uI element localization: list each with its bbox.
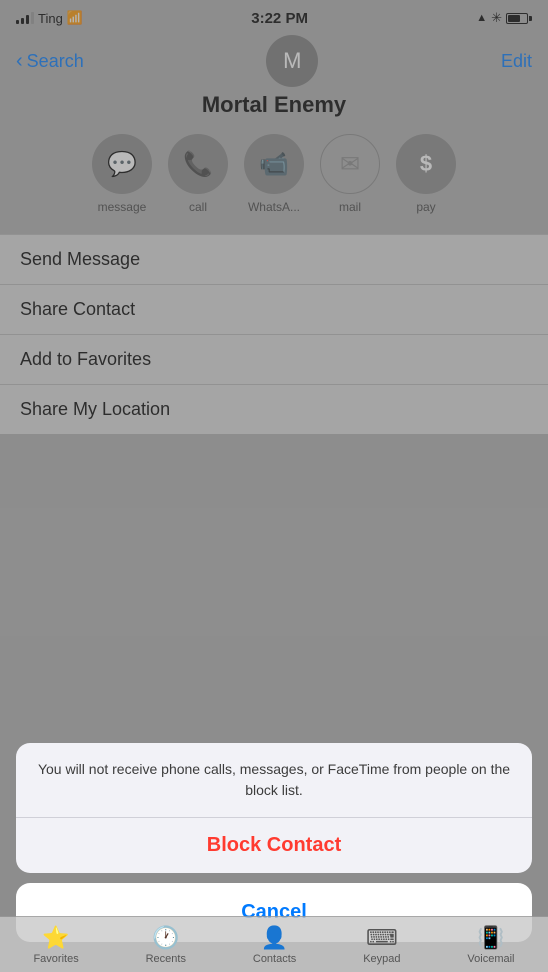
alert-sheet: You will not receive phone calls, messag… [16,743,532,873]
alert-message: You will not receive phone calls, messag… [16,743,532,818]
favorites-icon: ⭐ [42,925,69,951]
tab-voicemail[interactable]: 📳 Voicemail [467,925,514,965]
tab-recents[interactable]: 🕐 Recents [146,925,186,965]
voicemail-icon: 📳 [477,925,504,951]
recents-label: Recents [146,953,186,965]
tab-contacts[interactable]: 👤 Contacts [253,925,296,965]
voicemail-label: Voicemail [467,953,514,965]
contacts-label: Contacts [253,953,296,965]
tab-keypad[interactable]: ⌨ Keypad [363,925,400,965]
favorites-label: Favorites [33,953,78,965]
overlay: You will not receive phone calls, messag… [0,0,548,972]
keypad-icon: ⌨ [366,925,398,951]
keypad-label: Keypad [363,953,400,965]
tab-favorites[interactable]: ⭐ Favorites [33,925,78,965]
contacts-icon: 👤 [261,925,288,951]
tab-bar: ⭐ Favorites 🕐 Recents 👤 Contacts ⌨ Keypa… [0,916,548,972]
recents-icon: 🕐 [152,925,179,951]
block-contact-button[interactable]: Block Contact [16,818,532,873]
